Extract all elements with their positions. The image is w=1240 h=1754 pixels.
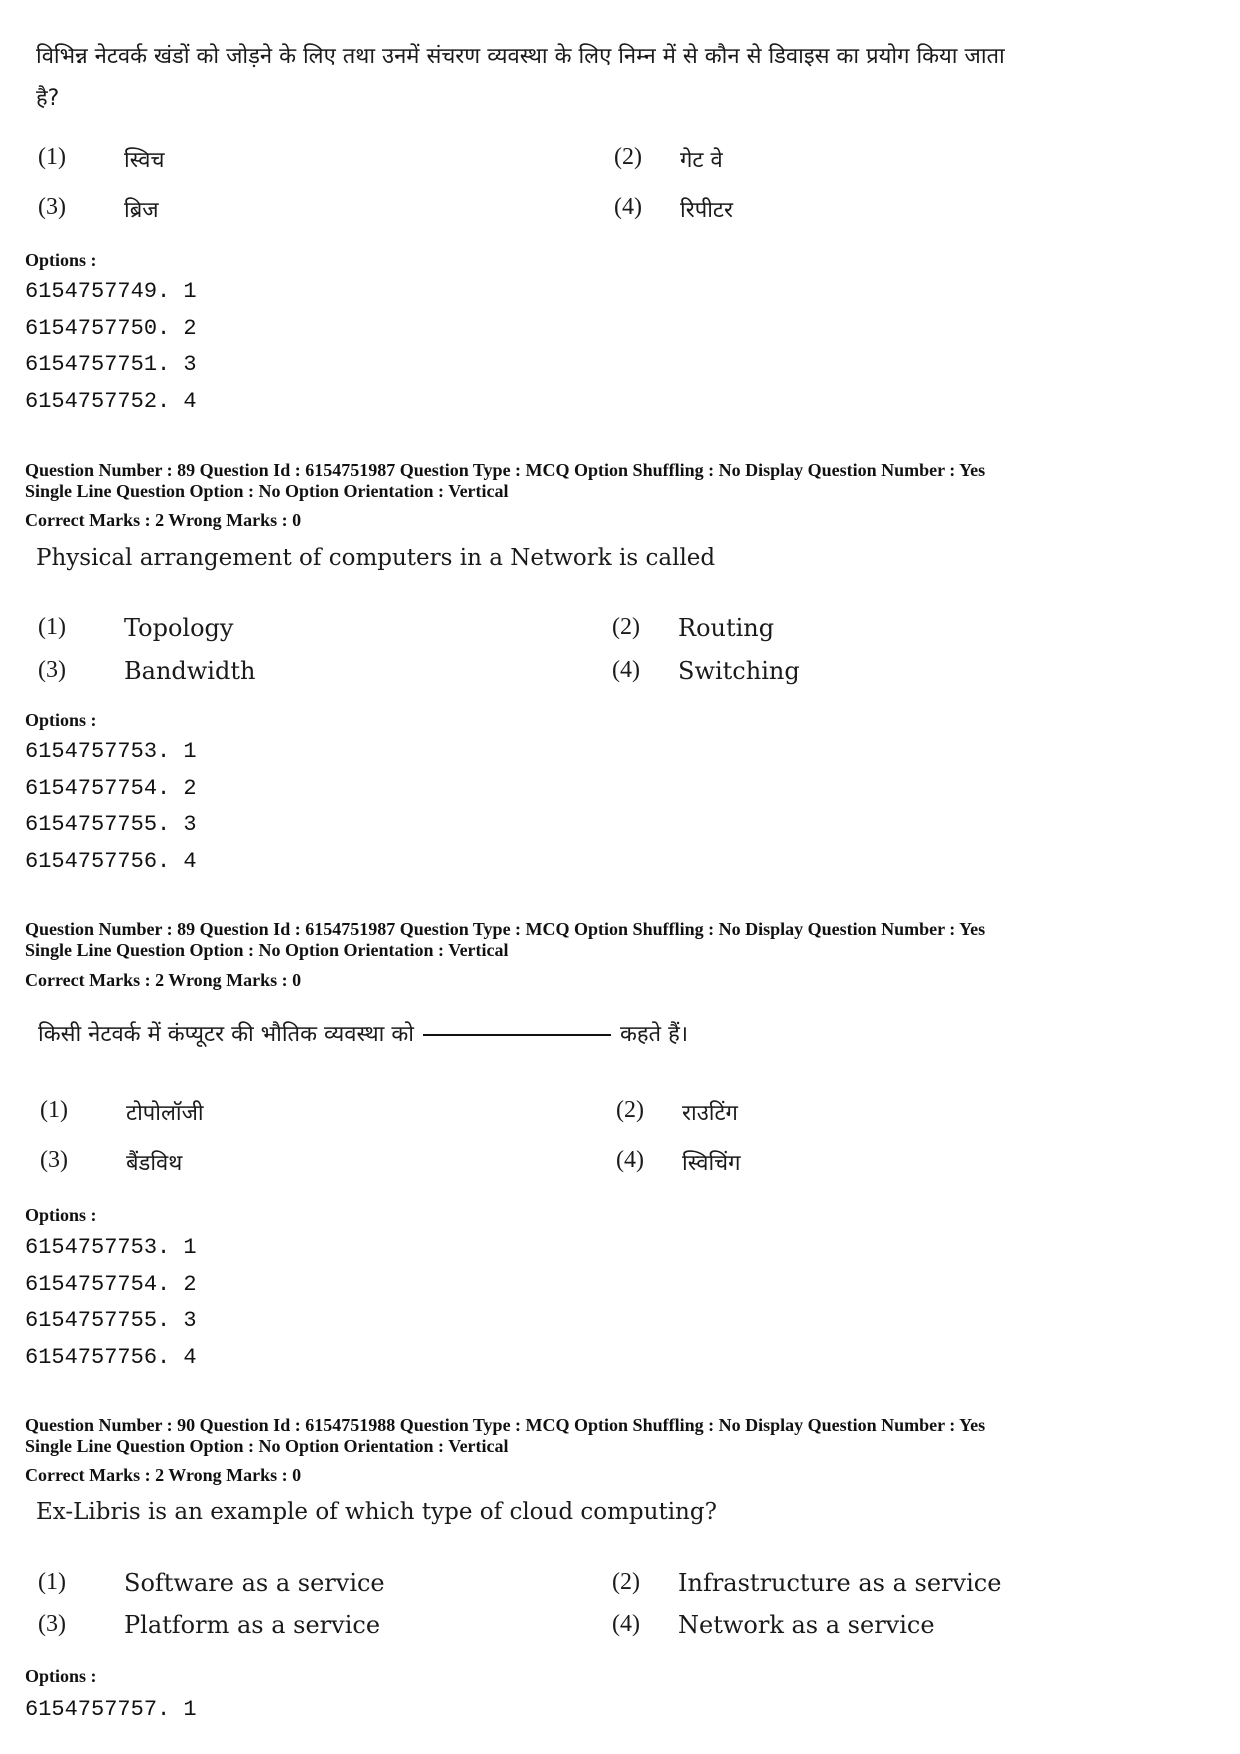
question-text: किसी नेटवर्क में कंप्यूटर की भौतिक व्यवस… [38,1018,688,1048]
option-text-3: Bandwidth [124,657,256,685]
option-id-1: 6154757757. 1 [25,1697,197,1722]
question-text: Physical arrangement of computers in a N… [36,545,716,571]
option-number-2: (2) [614,144,642,170]
options-label: Options : [25,1205,97,1225]
option-text-2: Routing [678,614,775,642]
option-text-3: ब्रिज [124,198,159,223]
option-id-2: 6154757754. 2 [25,1272,197,1297]
option-text-3: बैंडविथ [126,1151,183,1176]
option-number-3: (3) [40,1147,68,1173]
question-meta-line2: Single Line Question Option : No Option … [25,1436,509,1456]
option-text-1: टोपोलॉजी [126,1101,204,1126]
option-id-3: 6154757755. 3 [25,1308,197,1333]
option-id-2: 6154757750. 2 [25,316,197,341]
option-id-3: 6154757755. 3 [25,812,197,837]
option-number-4: (4) [612,657,640,683]
option-text-4: रिपीटर [680,198,733,223]
question-text-line1: विभिन्न नेटवर्क खंडों को जोड़ने के लिए त… [36,44,1005,69]
options-label: Options : [25,1666,97,1686]
option-number-1: (1) [40,1097,68,1123]
fill-in-blank-line [422,1034,611,1036]
question-meta-line2: Single Line Question Option : No Option … [25,940,509,960]
option-text-1: स्विच [124,148,165,173]
question-meta-line2: Single Line Question Option : No Option … [25,481,509,501]
option-number-3: (3) [38,657,66,683]
option-number-4: (4) [614,194,642,220]
option-id-4: 6154757752. 4 [25,389,197,414]
option-id-1: 6154757753. 1 [25,739,197,764]
option-number-1: (1) [38,1569,66,1595]
option-id-1: 6154757753. 1 [25,1235,197,1260]
option-number-1: (1) [38,144,66,170]
question-marks: Correct Marks : 2 Wrong Marks : 0 [25,1465,302,1485]
question-meta-line1: Question Number : 89 Question Id : 61547… [25,919,986,939]
option-number-2: (2) [616,1097,644,1123]
option-id-4: 6154757756. 4 [25,849,197,874]
option-text-4: Switching [678,657,800,685]
options-label: Options : [25,250,97,270]
option-number-4: (4) [616,1147,644,1173]
option-text-2: राउटिंग [682,1101,738,1126]
option-text-4: स्विचिंग [682,1151,741,1176]
question-marks: Correct Marks : 2 Wrong Marks : 0 [25,970,302,990]
option-text-1: Topology [124,614,234,642]
question-text: Ex-Libris is an example of which type of… [36,1499,717,1525]
option-number-4: (4) [612,1611,640,1637]
option-text-3: Platform as a service [124,1611,381,1639]
option-number-1: (1) [38,614,66,640]
options-label: Options : [25,710,97,730]
option-number-3: (3) [38,194,66,220]
question-text-line2: है? [36,86,60,111]
option-id-4: 6154757756. 4 [25,1345,197,1370]
option-text-1: Software as a service [124,1569,385,1597]
option-text-4: Network as a service [678,1611,935,1639]
option-number-3: (3) [38,1611,66,1637]
question-text-after-blank: कहते हैं। [619,1022,689,1047]
option-text-2: Infrastructure as a service [678,1569,1002,1597]
question-meta-line1: Question Number : 90 Question Id : 61547… [25,1415,986,1435]
question-text-before-blank: किसी नेटवर्क में कंप्यूटर की भौतिक व्यवस… [38,1022,414,1047]
option-id-2: 6154757754. 2 [25,776,197,801]
option-number-2: (2) [612,1569,640,1595]
question-marks: Correct Marks : 2 Wrong Marks : 0 [25,510,302,530]
option-number-2: (2) [612,614,640,640]
option-id-1: 6154757749. 1 [25,279,197,304]
option-text-2: गेट वे [680,148,723,173]
option-id-3: 6154757751. 3 [25,352,197,377]
question-meta-line1: Question Number : 89 Question Id : 61547… [25,460,986,480]
